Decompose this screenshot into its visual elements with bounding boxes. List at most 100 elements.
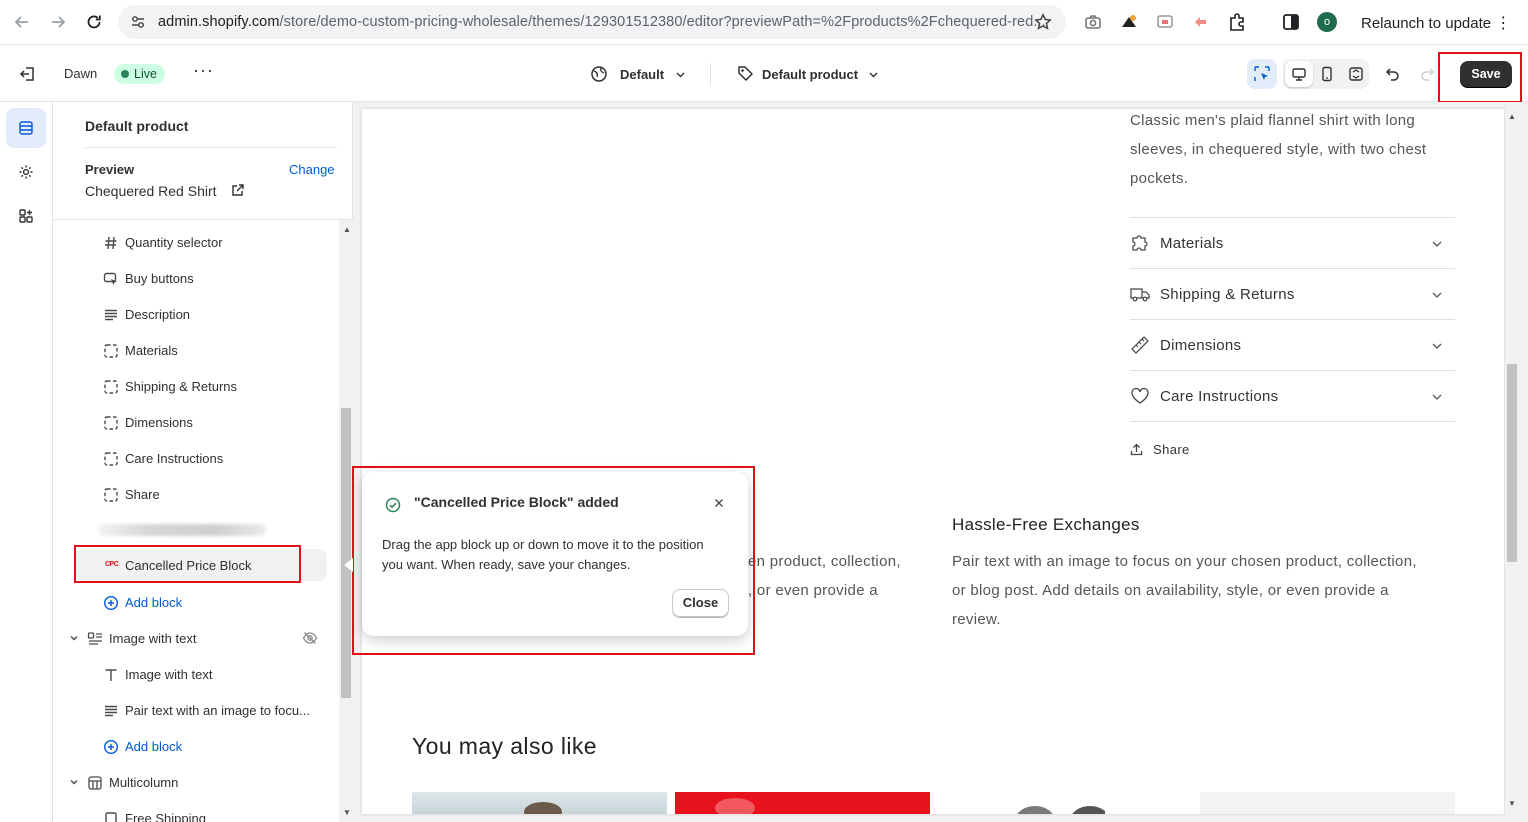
address-bar[interactable]: admin.shopify.com/store/demo-custom-pric… [118,5,1066,39]
chevron-down-icon [1431,340,1443,352]
save-button[interactable]: Save [1460,61,1512,88]
preview-product-name: Chequered Red Shirt [85,183,217,199]
dashed-square-icon [103,343,119,359]
sections-icon [18,120,34,136]
extension-dark-icon[interactable] [1119,12,1139,32]
extension-arrow-icon[interactable] [1191,12,1211,32]
sidebar-item-shipping-returns[interactable]: Shipping & Returns [53,371,333,401]
sidebar-item-free-shipping[interactable]: Free Shipping [53,803,333,822]
relaunch-to-update-button[interactable]: Relaunch to update ⋮ [1361,13,1511,33]
sections-sidebar: Default product Preview Change Chequered… [53,102,353,822]
product-card-image[interactable] [1200,792,1455,814]
description-line: pockets. [1130,170,1189,187]
add-block-button[interactable]: Add block [53,731,333,761]
scroll-up-icon[interactable]: ▲ [1508,112,1516,121]
product-select-label: Default product [762,67,859,82]
external-link-icon[interactable] [231,184,244,197]
profile-avatar[interactable]: o [1317,12,1337,32]
sidebar-item-buy-buttons[interactable]: Buy buttons [53,263,333,293]
site-settings-icon[interactable] [130,14,146,30]
heart-icon [1130,386,1150,406]
sidebar-item-quantity-selector[interactable]: Quantity selector [53,227,333,257]
product-card-image[interactable] [412,792,667,814]
scroll-up-icon[interactable]: ▲ [343,225,351,234]
accordion-dimensions[interactable]: Dimensions [1130,320,1455,371]
reload-icon[interactable] [84,12,104,32]
sidebar-item-label: Free Shipping [125,811,206,822]
sections-tab[interactable] [6,108,46,148]
chevron-down-icon[interactable] [675,69,686,80]
sidebar-item-image-with-text-body[interactable]: Pair text with an image to focu... [53,695,333,725]
section-multicolumn[interactable]: Multicolumn [53,767,333,797]
redo-icon[interactable] [1420,66,1436,82]
browser-toolbar: admin.shopify.com/store/demo-custom-pric… [0,0,1528,45]
scrollbar-thumb[interactable] [1507,364,1517,562]
divider [710,63,711,85]
relaunch-label: Relaunch to update [1361,15,1492,32]
sidebar-item-label: Buy buttons [125,271,194,286]
sidebar-item-label: Materials [125,343,178,358]
sidebar-item-dimensions[interactable]: Dimensions [53,407,333,437]
chevron-down-icon[interactable] [69,777,79,787]
add-block-button[interactable]: Add block [53,587,333,617]
preview-scrollbar[interactable]: ▲ ▼ [1505,109,1519,814]
drag-placeholder [98,524,266,536]
sidebar-item-materials[interactable]: Materials [53,335,333,365]
accordion-shipping-returns[interactable]: Shipping & Returns [1130,269,1455,320]
extension-screen-icon[interactable] [1155,12,1175,32]
sidebar-title: Default product [85,118,189,134]
back-icon[interactable] [12,12,32,32]
accordion-materials[interactable]: Materials [1130,218,1455,269]
camera-icon[interactable] [1083,12,1103,32]
fullscreen-view-icon[interactable] [1348,66,1364,82]
eye-hidden-icon[interactable] [302,630,318,646]
sidebar-item-label: Share [125,487,160,502]
scrollbar-thumb[interactable] [341,408,351,698]
theme-settings-gear-icon[interactable] [18,164,34,180]
side-panel-icon[interactable] [1281,12,1301,32]
column-icon [103,811,119,822]
undo-icon[interactable] [1384,66,1400,82]
desktop-view-button[interactable] [1285,61,1313,87]
image-text-section-icon [87,631,103,647]
sidebar-item-care-instructions[interactable]: Care Instructions [53,443,333,473]
multicolumn-heading: Hassle-Free Exchanges [952,515,1140,534]
viewport-switcher [1283,59,1369,89]
desktop-icon [1291,66,1307,82]
ruler-icon [1130,335,1150,355]
chevron-down-icon[interactable] [69,633,79,643]
accordion-label: Materials [1160,235,1224,252]
editor-topbar: Dawn Live ··· Default Default product Sa… [0,46,1528,103]
bookmark-star-icon[interactable] [1034,13,1052,31]
accordion-care-instructions[interactable]: Care Instructions [1130,371,1455,422]
section-image-with-text[interactable]: Image with text [53,623,333,653]
template-select-label: Default [620,67,665,82]
cursor-click-icon [103,271,119,287]
product-select[interactable]: Default product [762,67,858,82]
sidebar-item-share[interactable]: Share [53,479,333,509]
chevron-down-icon[interactable] [868,69,879,80]
url-path: /store/demo-custom-pricing-wholesale/the… [279,14,1046,30]
template-select[interactable]: Default [620,67,664,82]
more-actions-icon[interactable]: ··· [193,61,213,83]
product-card-image[interactable] [1015,806,1105,814]
inspector-toggle[interactable] [1247,59,1277,89]
apps-blocks-icon[interactable] [18,208,34,224]
dashed-square-icon [103,451,119,467]
storefront-preview[interactable]: Classic men's plaid flannel shirt with l… [362,109,1504,814]
preview-product-link[interactable]: Chequered Red Shirt [85,183,217,199]
app-block-highlight [74,545,301,583]
product-card-image[interactable] [675,792,930,814]
dashed-square-icon [103,487,119,503]
sidebar-item-description[interactable]: Description [53,299,333,329]
scroll-down-icon[interactable]: ▼ [1508,799,1516,808]
scroll-down-icon[interactable]: ▼ [343,808,351,817]
mobile-view-icon[interactable] [1319,66,1335,82]
sidebar-item-label: Dimensions [125,415,193,430]
exit-icon[interactable] [19,65,37,83]
extensions-puzzle-icon[interactable] [1227,12,1247,32]
sidebar-scrollbar[interactable]: ▲ ▼ [339,220,353,822]
change-preview-link[interactable]: Change [289,162,335,177]
sidebar-item-image-with-text-heading[interactable]: Image with text [53,659,333,689]
forward-icon[interactable] [48,12,68,32]
